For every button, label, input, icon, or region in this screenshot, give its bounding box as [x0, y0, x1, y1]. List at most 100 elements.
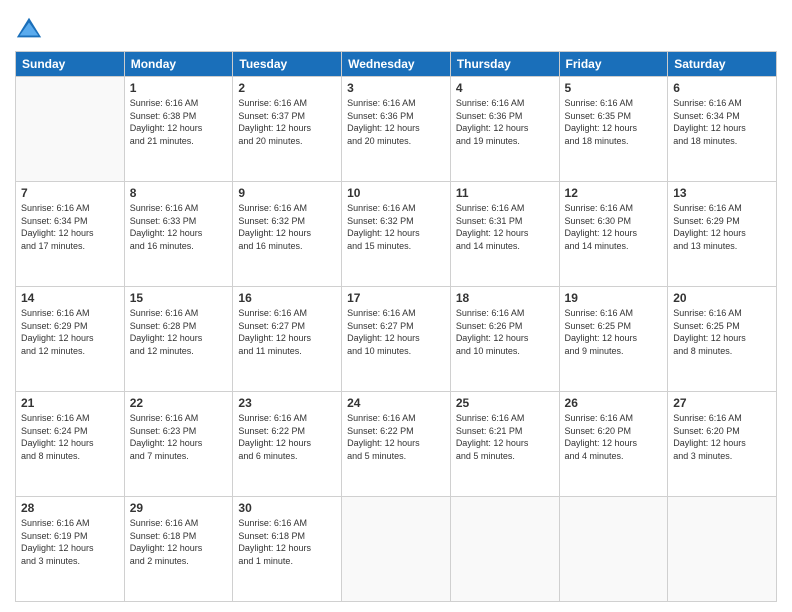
calendar-cell: 18 Sunrise: 6:16 AM Sunset: 6:26 PM Dayli… — [450, 287, 559, 392]
day-info: Sunrise: 6:16 AM Sunset: 6:22 PM Dayligh… — [238, 412, 336, 462]
day-number: 22 — [130, 396, 228, 410]
calendar-cell: 19 Sunrise: 6:16 AM Sunset: 6:25 PM Dayli… — [559, 287, 668, 392]
day-number: 13 — [673, 186, 771, 200]
calendar-cell — [668, 497, 777, 602]
day-info: Sunrise: 6:16 AM Sunset: 6:29 PM Dayligh… — [673, 202, 771, 252]
day-number: 15 — [130, 291, 228, 305]
calendar-cell: 25 Sunrise: 6:16 AM Sunset: 6:21 PM Dayli… — [450, 392, 559, 497]
calendar-table: SundayMondayTuesdayWednesdayThursdayFrid… — [15, 51, 777, 602]
weekday-header-saturday: Saturday — [668, 52, 777, 77]
calendar-cell: 29 Sunrise: 6:16 AM Sunset: 6:18 PM Dayli… — [124, 497, 233, 602]
calendar-cell: 5 Sunrise: 6:16 AM Sunset: 6:35 PM Daylig… — [559, 77, 668, 182]
logo — [15, 15, 47, 43]
day-number: 7 — [21, 186, 119, 200]
week-row-4: 21 Sunrise: 6:16 AM Sunset: 6:24 PM Dayli… — [16, 392, 777, 497]
day-info: Sunrise: 6:16 AM Sunset: 6:29 PM Dayligh… — [21, 307, 119, 357]
day-number: 9 — [238, 186, 336, 200]
calendar-cell: 22 Sunrise: 6:16 AM Sunset: 6:23 PM Dayli… — [124, 392, 233, 497]
weekday-header-friday: Friday — [559, 52, 668, 77]
day-number: 19 — [565, 291, 663, 305]
day-info: Sunrise: 6:16 AM Sunset: 6:25 PM Dayligh… — [673, 307, 771, 357]
weekday-header-sunday: Sunday — [16, 52, 125, 77]
day-number: 3 — [347, 81, 445, 95]
day-info: Sunrise: 6:16 AM Sunset: 6:36 PM Dayligh… — [347, 97, 445, 147]
weekday-header-monday: Monday — [124, 52, 233, 77]
day-number: 27 — [673, 396, 771, 410]
day-number: 12 — [565, 186, 663, 200]
day-info: Sunrise: 6:16 AM Sunset: 6:30 PM Dayligh… — [565, 202, 663, 252]
day-number: 4 — [456, 81, 554, 95]
day-number: 14 — [21, 291, 119, 305]
day-info: Sunrise: 6:16 AM Sunset: 6:35 PM Dayligh… — [565, 97, 663, 147]
calendar-cell — [450, 497, 559, 602]
calendar-cell: 24Sunrise: 6:16 AM Sunset: 6:22 PM Dayli… — [342, 392, 451, 497]
day-info: Sunrise: 6:16 AM Sunset: 6:21 PM Dayligh… — [456, 412, 554, 462]
week-row-5: 28 Sunrise: 6:16 AM Sunset: 6:19 PM Dayli… — [16, 497, 777, 602]
day-info: Sunrise: 6:16 AM Sunset: 6:18 PM Dayligh… — [238, 517, 336, 567]
calendar-cell: 3 Sunrise: 6:16 AM Sunset: 6:36 PM Daylig… — [342, 77, 451, 182]
calendar-cell: 16 Sunrise: 6:16 AM Sunset: 6:27 PM Dayli… — [233, 287, 342, 392]
day-number: 1 — [130, 81, 228, 95]
day-info: Sunrise: 6:16 AM Sunset: 6:36 PM Dayligh… — [456, 97, 554, 147]
day-info: Sunrise: 6:16 AM Sunset: 6:26 PM Dayligh… — [456, 307, 554, 357]
day-info: Sunrise: 6:16 AM Sunset: 6:32 PM Dayligh… — [238, 202, 336, 252]
day-number: 11 — [456, 186, 554, 200]
calendar-cell: 17 Sunrise: 6:16 AM Sunset: 6:27 PM Dayli… — [342, 287, 451, 392]
day-info: Sunrise: 6:16 AM Sunset: 6:24 PM Dayligh… — [21, 412, 119, 462]
calendar-cell: 20 Sunrise: 6:16 AM Sunset: 6:25 PM Dayli… — [668, 287, 777, 392]
day-number: 18 — [456, 291, 554, 305]
day-info: Sunrise: 6:16 AM Sunset: 6:18 PM Dayligh… — [130, 517, 228, 567]
day-number: 20 — [673, 291, 771, 305]
calendar-cell: 6 Sunrise: 6:16 AM Sunset: 6:34 PM Daylig… — [668, 77, 777, 182]
day-info: Sunrise: 6:16 AM Sunset: 6:23 PM Dayligh… — [130, 412, 228, 462]
day-number: 8 — [130, 186, 228, 200]
logo-icon — [15, 15, 43, 43]
day-info: Sunrise: 6:16 AM Sunset: 6:25 PM Dayligh… — [565, 307, 663, 357]
day-number: 29 — [130, 501, 228, 515]
calendar-cell: 27 Sunrise: 6:16 AM Sunset: 6:20 PM Dayli… — [668, 392, 777, 497]
day-number: 23 — [238, 396, 336, 410]
day-number: 17 — [347, 291, 445, 305]
day-info: Sunrise: 6:16 AM Sunset: 6:34 PM Dayligh… — [21, 202, 119, 252]
calendar-cell: 21 Sunrise: 6:16 AM Sunset: 6:24 PM Dayli… — [16, 392, 125, 497]
calendar-cell — [559, 497, 668, 602]
week-row-2: 7 Sunrise: 6:16 AM Sunset: 6:34 PM Daylig… — [16, 182, 777, 287]
calendar-cell: 28 Sunrise: 6:16 AM Sunset: 6:19 PM Dayli… — [16, 497, 125, 602]
day-info: Sunrise: 6:16 AM Sunset: 6:27 PM Dayligh… — [347, 307, 445, 357]
week-row-1: 1Sunrise: 6:16 AM Sunset: 6:38 PM Daylig… — [16, 77, 777, 182]
day-info: Sunrise: 6:16 AM Sunset: 6:22 PM Dayligh… — [347, 412, 445, 462]
day-number: 28 — [21, 501, 119, 515]
day-number: 5 — [565, 81, 663, 95]
calendar-cell: 12 Sunrise: 6:16 AM Sunset: 6:30 PM Dayli… — [559, 182, 668, 287]
calendar-cell: 1Sunrise: 6:16 AM Sunset: 6:38 PM Daylig… — [124, 77, 233, 182]
calendar-cell — [342, 497, 451, 602]
calendar-cell: 9 Sunrise: 6:16 AM Sunset: 6:32 PM Daylig… — [233, 182, 342, 287]
weekday-header-row: SundayMondayTuesdayWednesdayThursdayFrid… — [16, 52, 777, 77]
day-number: 21 — [21, 396, 119, 410]
day-number: 30 — [238, 501, 336, 515]
day-info: Sunrise: 6:16 AM Sunset: 6:28 PM Dayligh… — [130, 307, 228, 357]
day-info: Sunrise: 6:16 AM Sunset: 6:27 PM Dayligh… — [238, 307, 336, 357]
calendar-cell: 14 Sunrise: 6:16 AM Sunset: 6:29 PM Dayli… — [16, 287, 125, 392]
calendar-cell: 15 Sunrise: 6:16 AM Sunset: 6:28 PM Dayli… — [124, 287, 233, 392]
day-info: Sunrise: 6:16 AM Sunset: 6:20 PM Dayligh… — [673, 412, 771, 462]
calendar-cell — [16, 77, 125, 182]
header — [15, 15, 777, 43]
weekday-header-wednesday: Wednesday — [342, 52, 451, 77]
weekday-header-thursday: Thursday — [450, 52, 559, 77]
calendar-cell: 23 Sunrise: 6:16 AM Sunset: 6:22 PM Dayli… — [233, 392, 342, 497]
calendar-cell: 30 Sunrise: 6:16 AM Sunset: 6:18 PM Dayli… — [233, 497, 342, 602]
day-number: 16 — [238, 291, 336, 305]
calendar-cell: 10Sunrise: 6:16 AM Sunset: 6:32 PM Dayli… — [342, 182, 451, 287]
calendar-cell: 13 Sunrise: 6:16 AM Sunset: 6:29 PM Dayli… — [668, 182, 777, 287]
day-info: Sunrise: 6:16 AM Sunset: 6:34 PM Dayligh… — [673, 97, 771, 147]
week-row-3: 14 Sunrise: 6:16 AM Sunset: 6:29 PM Dayli… — [16, 287, 777, 392]
calendar-cell: 26Sunrise: 6:16 AM Sunset: 6:20 PM Dayli… — [559, 392, 668, 497]
day-number: 6 — [673, 81, 771, 95]
day-number: 26 — [565, 396, 663, 410]
calendar-cell: 8Sunrise: 6:16 AM Sunset: 6:33 PM Daylig… — [124, 182, 233, 287]
weekday-header-tuesday: Tuesday — [233, 52, 342, 77]
day-info: Sunrise: 6:16 AM Sunset: 6:19 PM Dayligh… — [21, 517, 119, 567]
calendar-cell: 4 Sunrise: 6:16 AM Sunset: 6:36 PM Daylig… — [450, 77, 559, 182]
day-number: 25 — [456, 396, 554, 410]
